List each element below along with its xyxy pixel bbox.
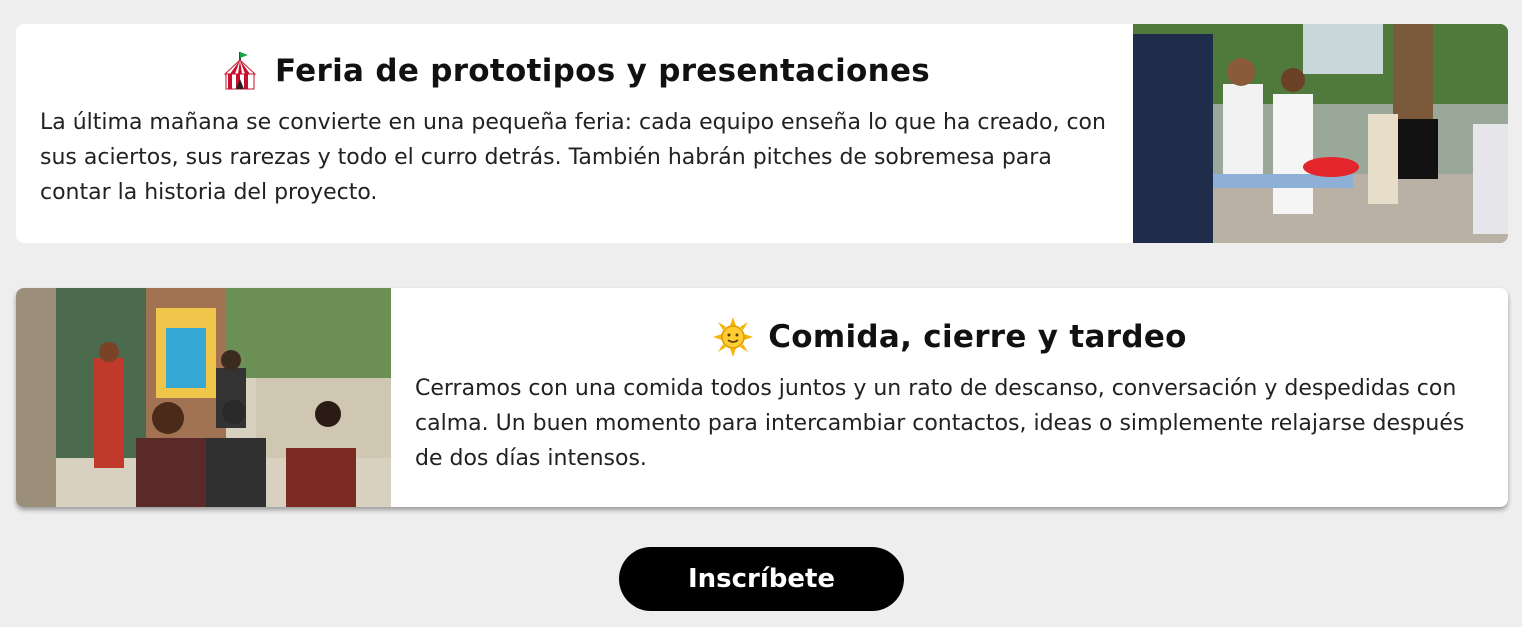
section-heading: Feria de prototipos y presentaciones [40, 50, 1109, 92]
register-button[interactable]: Inscríbete [619, 547, 904, 611]
closing-photo [16, 288, 391, 507]
photo-group-circle [16, 288, 391, 507]
section-card-prototype-fair: Feria de prototipos y presentaciones La … [16, 24, 1508, 243]
section-text: Comida, cierre y tardeo Cerramos con una… [391, 288, 1508, 507]
section-description: La última mañana se convierte en una peq… [40, 110, 1106, 205]
section-text: Feria de prototipos y presentaciones La … [16, 24, 1133, 243]
section-heading: Comida, cierre y tardeo [415, 316, 1484, 358]
section-description: Cerramos con una comida todos juntos y u… [415, 376, 1465, 471]
section-title: Comida, cierre y tardeo [768, 319, 1187, 355]
section-title: Feria de prototipos y presentaciones [274, 53, 931, 89]
circus-tent-icon [223, 52, 257, 90]
photo-prototype-fair [1133, 24, 1508, 243]
prototype-fair-photo [1133, 24, 1508, 243]
sun-icon [713, 317, 754, 357]
section-card-closing: Comida, cierre y tardeo Cerramos con una… [16, 288, 1508, 507]
